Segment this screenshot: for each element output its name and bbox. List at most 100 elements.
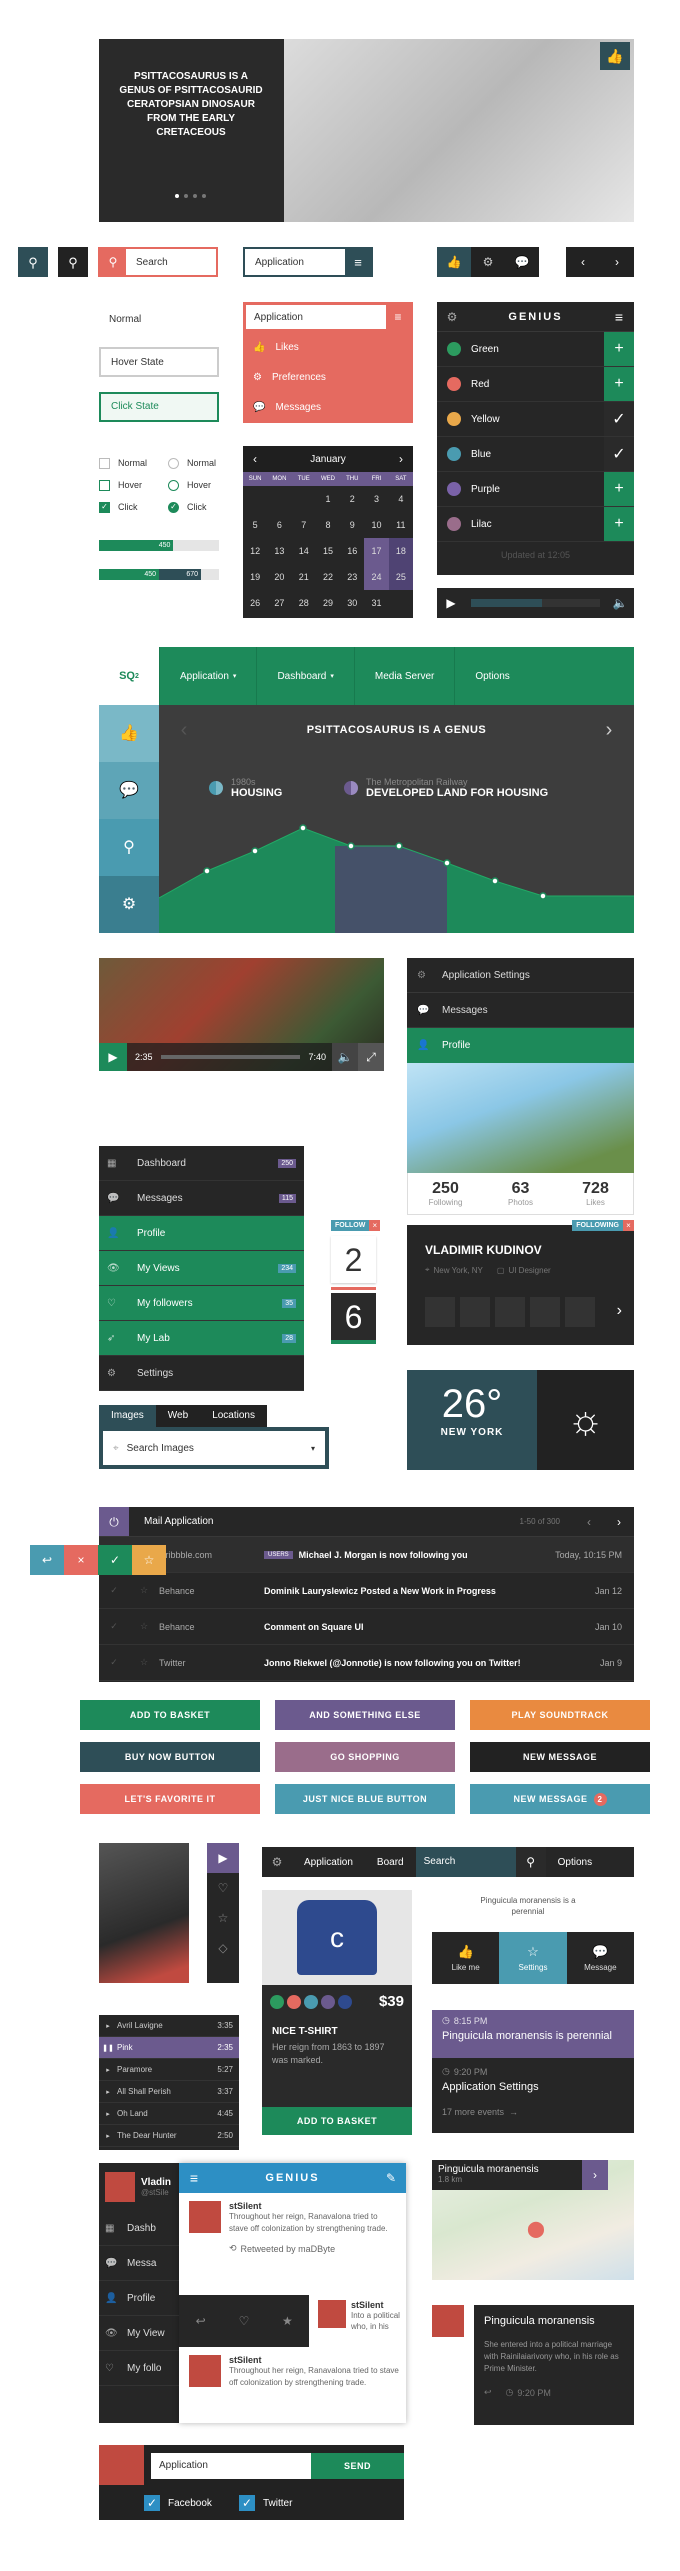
calendar-day[interactable]: 25 — [388, 564, 413, 590]
chevron-left-icon[interactable]: ‹ — [574, 1516, 604, 1528]
search-icon[interactable]: ⚲ — [515, 1847, 546, 1877]
gear-icon[interactable]: ⚙ — [262, 1856, 292, 1868]
mail-row[interactable]: ✓ ☆ Behance Dominik Lauryslewicz Posted a N… — [99, 1573, 634, 1609]
play-icon[interactable]: ▶ — [99, 1043, 127, 1071]
something-else-button[interactable]: AND SOMETHING ELSE — [275, 1700, 455, 1730]
volume-icon[interactable]: 🔈 — [332, 1043, 358, 1071]
calendar-day[interactable]: 23 — [340, 564, 364, 590]
calendar-day[interactable]: 1 — [316, 486, 340, 512]
plus-icon[interactable]: + — [604, 507, 634, 541]
check-icon[interactable]: ✓ — [98, 1545, 132, 1575]
side-menu-item[interactable]: 👤 Profile — [99, 1216, 304, 1251]
chevron-left-icon[interactable]: ‹ — [159, 705, 209, 755]
thumbs-up-icon[interactable]: 👍 — [437, 247, 471, 277]
volume-icon[interactable]: 🔈 — [606, 597, 634, 609]
input-click[interactable]: Click State — [99, 392, 219, 422]
app-logo[interactable]: SQ 2 — [99, 647, 159, 705]
fullscreen-icon[interactable]: ⤢ — [358, 1043, 384, 1071]
search-icon-dark[interactable]: ⚲ — [58, 247, 88, 277]
calendar-day[interactable]: 24 — [364, 564, 389, 590]
chat-icon[interactable]: 💬 — [505, 247, 539, 277]
buy-now-button[interactable]: BUY NOW BUTTON — [80, 1742, 260, 1772]
action-like[interactable]: 👍 Like me — [432, 1932, 499, 1984]
hero-pagination[interactable] — [175, 194, 215, 198]
calendar-day[interactable]: 20 — [267, 564, 291, 590]
chevron-right-icon[interactable]: › — [600, 247, 634, 277]
calendar-day[interactable]: 15 — [316, 538, 340, 564]
play-icon[interactable]: ▶ — [437, 597, 465, 609]
mail-row[interactable]: ✓☆Dribbble.com USERS Michael J. Morgan is … — [99, 1537, 634, 1573]
radio-normal[interactable]: Normal — [168, 452, 238, 474]
app-tab[interactable]: Options — [454, 647, 529, 705]
calendar-day[interactable]: 28 — [292, 590, 316, 616]
menu-item-profile[interactable]: 👤 Profile — [407, 1028, 634, 1063]
menu-item-application-settings[interactable]: ⚙ Application Settings — [407, 958, 634, 993]
calendar-day[interactable]: 7 — [292, 512, 316, 538]
plus-icon[interactable]: + — [604, 472, 634, 506]
chevron-right-icon[interactable]: › — [604, 1516, 634, 1528]
calendar-day[interactable]: 17 — [364, 538, 389, 564]
feed-post-2[interactable]: stSilent Throughout her reign, Ranavalona… — [189, 2355, 399, 2389]
play-soundtrack-button[interactable]: PLAY SOUNDTRACK — [470, 1700, 650, 1730]
side-menu-item[interactable]: ♡ My followers 35 — [99, 1286, 304, 1321]
chevron-right-icon[interactable]: › — [584, 705, 634, 755]
nav-item-application[interactable]: Application — [292, 1857, 365, 1868]
side-menu-item[interactable]: ▦ Dashboard 250 — [99, 1146, 304, 1181]
check-icon[interactable]: ✓ — [99, 1585, 129, 1596]
feed-post-1[interactable]: stSilent Throughout her reign, Ranavalona… — [179, 2193, 406, 2243]
new-message-dark-button[interactable]: NEW MESSAGE — [470, 1742, 650, 1772]
calendar-day[interactable]: 3 — [364, 486, 388, 512]
calendar-day[interactable]: 5 — [243, 512, 267, 538]
genius-item[interactable]: Blue ✓ — [437, 437, 634, 472]
following-badge[interactable]: FOLLOWING × — [572, 1220, 634, 1231]
check-icon[interactable]: ✓ — [99, 1621, 129, 1632]
audio-progress[interactable] — [471, 599, 600, 607]
chevron-right-icon[interactable]: › — [389, 453, 413, 465]
star-icon[interactable]: ★ — [266, 2315, 309, 2327]
calendar-day[interactable]: 26 — [243, 590, 267, 616]
thumbs-up-icon[interactable]: 👍 — [600, 42, 630, 70]
compose-icon[interactable]: ✎ — [376, 2172, 406, 2184]
tab-images[interactable]: Images — [99, 1405, 156, 1427]
stat-photos[interactable]: 63 Photos — [483, 1180, 558, 1207]
side-menu-item[interactable]: ➶ My Lab 28 — [99, 1321, 304, 1356]
dropdown-header[interactable]: Application ≡ — [245, 304, 411, 330]
genius-item[interactable]: Green + — [437, 332, 634, 367]
stat-following[interactable]: 250 Following — [408, 1180, 483, 1207]
app-tab[interactable]: Application ▾ — [159, 647, 256, 705]
calendar-day[interactable]: 21 — [292, 564, 316, 590]
play-icon[interactable]: ▶ — [207, 1843, 239, 1873]
star-icon[interactable]: ☆ — [129, 1585, 159, 1596]
search-field[interactable]: ⚲ Search — [98, 247, 218, 277]
radio-click[interactable]: ✓ Click — [168, 496, 238, 518]
playlist-item[interactable]: ▸ Oh Land 4:45 — [99, 2103, 239, 2125]
calendar-day[interactable]: 31 — [364, 590, 388, 616]
checkbox-normal[interactable]: Normal — [99, 452, 169, 474]
calendar-day[interactable]: 30 — [340, 590, 364, 616]
genius-item[interactable]: Yellow ✓ — [437, 402, 634, 437]
thumbs-up-icon[interactable]: 👍 — [99, 705, 159, 762]
nav-item-options[interactable]: Options — [546, 1857, 604, 1868]
tab-web[interactable]: Web — [155, 1405, 201, 1427]
check-icon[interactable]: ✓ — [99, 1657, 129, 1668]
side-menu-item[interactable]: 💬 Messages 115 — [99, 1181, 304, 1216]
chat-icon[interactable]: 💬 — [99, 762, 159, 819]
calendar-day[interactable]: 29 — [316, 590, 340, 616]
playlist-item[interactable]: ▸ Avril Lavigne 3:35 — [99, 2015, 239, 2037]
calendar-day[interactable]: 9 — [340, 512, 364, 538]
chevron-right-icon[interactable]: › — [582, 2160, 608, 2190]
menu-item-messages[interactable]: 💬 Messages — [407, 993, 634, 1028]
app-tab[interactable]: Dashboard ▾ — [256, 647, 353, 705]
menu-icon[interactable]: ≡ — [179, 2171, 209, 2185]
blue-button[interactable]: JUST NICE BLUE BUTTON — [275, 1784, 455, 1814]
video-progress[interactable] — [160, 1055, 301, 1059]
star-icon[interactable]: ☆ — [129, 1621, 159, 1632]
calendar-day[interactable]: 19 — [243, 564, 267, 590]
calendar-day[interactable]: 18 — [388, 538, 413, 564]
app-tab[interactable]: Media Server — [353, 647, 454, 705]
tshirt-add-to-basket-button[interactable]: ADD TO BASKET — [262, 2107, 412, 2135]
playlist-item[interactable]: ❚❚ Pink 2:35 — [99, 2037, 239, 2059]
nav-item-board[interactable]: Board — [365, 1857, 416, 1868]
close-icon[interactable]: × — [64, 1545, 98, 1575]
share-twitter[interactable]: ✓ Twitter — [239, 2495, 292, 2511]
